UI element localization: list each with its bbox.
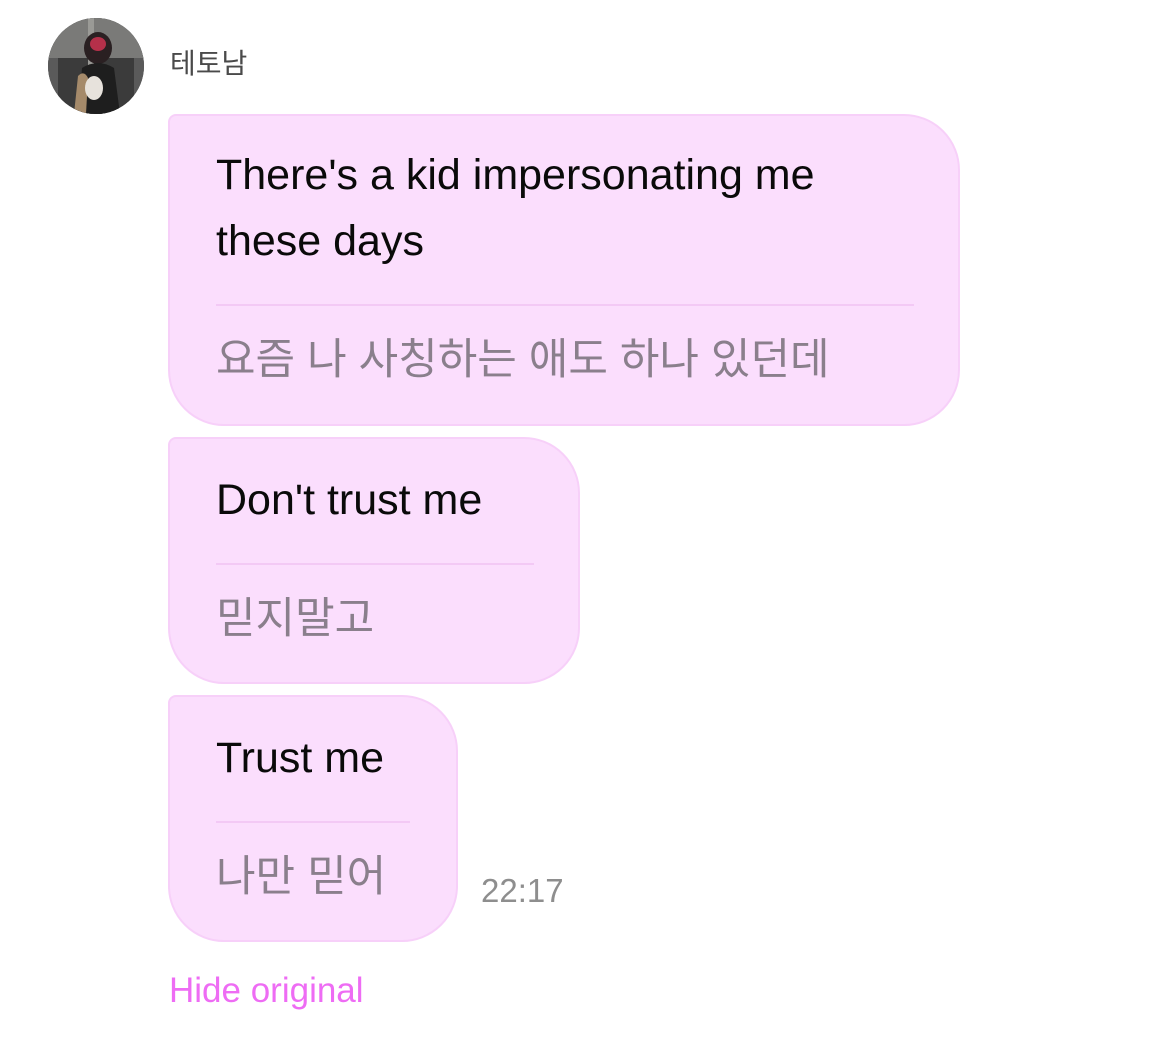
profile-photo-icon	[48, 18, 144, 114]
original-text: 믿지말고	[216, 595, 375, 643]
translated-text: There's a kid impersonating me these day…	[216, 151, 815, 265]
sender-name: 테토남	[170, 48, 248, 79]
message-bubble[interactable]: There's a kid impersonating me these day…	[168, 114, 960, 426]
message-bubble[interactable]: Trust me 나만 믿어	[168, 695, 458, 942]
bubble-divider	[216, 821, 410, 823]
bubble-divider	[216, 563, 534, 565]
avatar[interactable]	[48, 18, 144, 114]
message-timestamp: 22:17	[481, 872, 564, 909]
translated-text: Trust me	[216, 734, 385, 782]
translated-text: Don't trust me	[216, 476, 483, 524]
bubble-divider	[216, 304, 914, 306]
original-text: 나만 믿어	[216, 853, 387, 901]
hide-original-button[interactable]: Hide original	[169, 970, 364, 1012]
message-bubble[interactable]: Don't trust me 믿지말고	[168, 437, 580, 684]
original-text: 요즘 나 사칭하는 애도 하나 있던데	[216, 336, 830, 384]
